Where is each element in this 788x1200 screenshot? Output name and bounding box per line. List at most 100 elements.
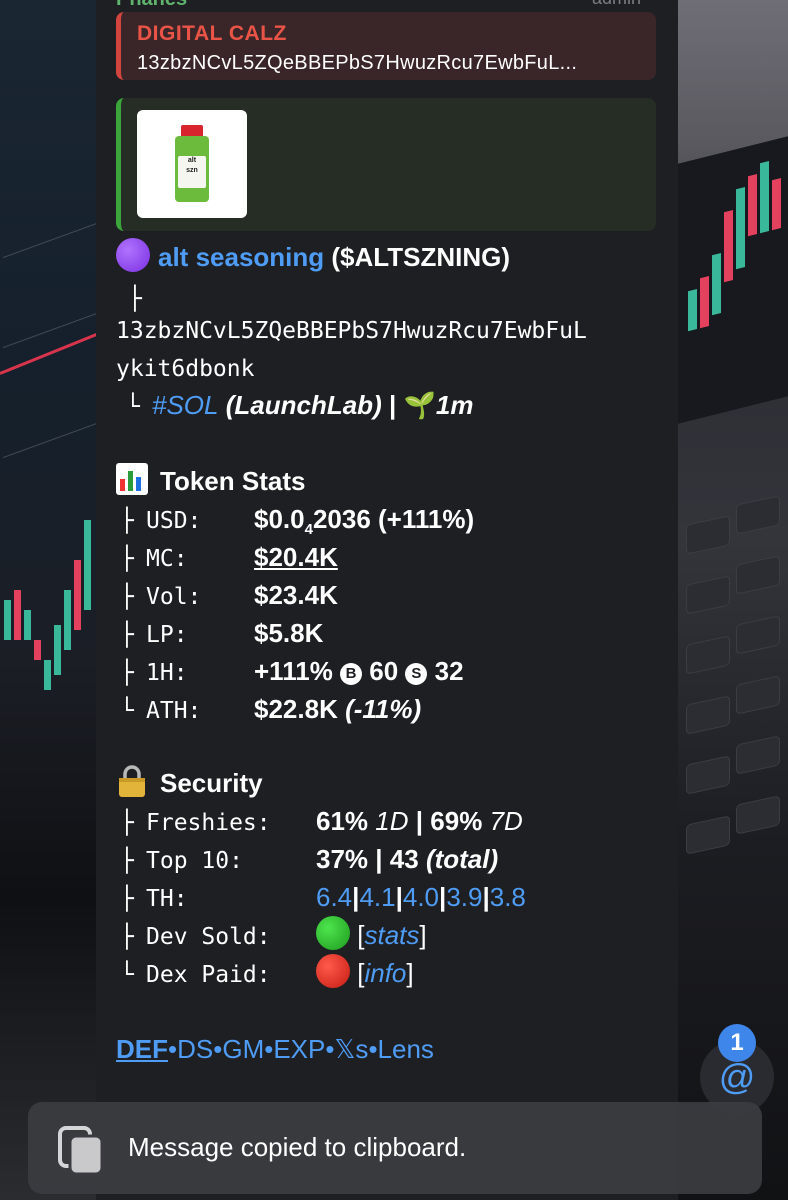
tree-end: └: [126, 394, 140, 420]
sender-name[interactable]: Phanes: [116, 0, 187, 11]
sells-icon: S: [405, 663, 428, 685]
h1-buys: 60: [369, 656, 399, 686]
tree-branch: ├: [120, 622, 134, 648]
top10-pipe: |: [375, 844, 383, 874]
th-link-2[interactable]: 4.1: [359, 882, 395, 912]
reply-title: DIGITAL CALZ: [137, 22, 287, 45]
th-link-3[interactable]: 4.0: [403, 882, 439, 912]
dex-paid-label: Dex Paid:: [146, 962, 271, 988]
freshies-pipe: |: [415, 806, 424, 836]
reply-text: 13zbzNCvL5ZQeBBEPbS7HwuzRcu7EwbFuL...: [137, 52, 578, 74]
sec-freshies: ├ Freshies:: [120, 802, 271, 842]
token-name-link[interactable]: alt seasoning: [158, 242, 324, 272]
sec-dex-paid: └ Dex Paid:: [120, 954, 271, 994]
separator: |: [388, 390, 397, 420]
xs-link[interactable]: 𝕏s: [334, 1034, 368, 1064]
token-age: 1m: [435, 390, 474, 420]
stat-mc-label: MC:: [146, 546, 188, 572]
exp-link[interactable]: EXP: [273, 1034, 325, 1064]
right-chart: [678, 136, 788, 424]
token-stats-title: Token Stats: [160, 466, 306, 496]
dex-info-link[interactable]: info: [364, 958, 406, 988]
stat-lp-value: $5.8K: [254, 618, 324, 648]
usd-prefix: $0.0: [254, 504, 305, 534]
th-pipe: |: [482, 882, 490, 912]
stat-vol-label: Vol:: [146, 584, 202, 610]
dev-sold-label: Dev Sold:: [146, 924, 271, 950]
tree-end: └: [120, 962, 134, 988]
lens-link[interactable]: Lens: [378, 1034, 434, 1064]
bracket-close: ]: [406, 958, 414, 988]
top10-count: 43: [389, 844, 419, 874]
token-chain-row: └ #SOL (LaunchLab) | 🌱1m: [126, 386, 473, 426]
seedling-icon: 🌱: [403, 390, 436, 420]
gm-link[interactable]: GM: [222, 1034, 264, 1064]
security-title: Security: [160, 768, 263, 798]
link-dot: •: [213, 1034, 223, 1064]
reply-quote[interactable]: DIGITAL CALZ 13zbzNCvL5ZQeBBEPbS7HwuzRcu…: [116, 12, 656, 80]
token-ticker: ($ALTSZNING): [331, 242, 511, 272]
tree-branch: ├: [120, 810, 134, 836]
stat-ath-label: ATH:: [146, 698, 202, 724]
stat-vol: ├ Vol:: [120, 576, 201, 616]
h1-change: +111%: [254, 656, 333, 686]
sec-th: ├ TH:: [120, 878, 188, 918]
stat-mc-value[interactable]: $20.4K: [254, 538, 338, 576]
dex-paid-value: [info]: [316, 954, 414, 992]
usd-subscript: 4: [304, 521, 313, 539]
copied-toast: Message copied to clipboard.: [28, 1102, 762, 1194]
freshies-7d: 69%: [430, 806, 483, 836]
stat-ath-value: $22.8K (-11%): [254, 690, 421, 728]
stat-mc: ├ MC:: [120, 538, 188, 578]
dev-sold-value: [stats]: [316, 916, 427, 954]
jar-label: alt szn: [178, 156, 206, 188]
stat-1h-value: +111% B 60 S 32: [254, 652, 464, 690]
freshies-value: 61% 1D | 69% 7D: [316, 802, 523, 840]
tree-branch: ├: [120, 660, 134, 686]
tree-branch: ├: [120, 508, 134, 534]
tree-branch: ├: [120, 886, 134, 912]
quick-links: DEF•DS•GM•EXP•𝕏s•Lens: [116, 1030, 434, 1068]
sender-role: admin: [592, 0, 641, 9]
link-preview[interactable]: alt szn: [116, 98, 656, 231]
mentions-badge: 1: [718, 1024, 756, 1062]
keyboard: [680, 480, 788, 1040]
stat-usd-label: USD:: [146, 508, 202, 534]
def-link[interactable]: DEF: [116, 1034, 168, 1064]
purple-circle-icon: [116, 238, 150, 272]
toast-message: Message copied to clipboard.: [128, 1132, 467, 1162]
tree-branch: ├: [120, 584, 134, 610]
copy-icon: [54, 1124, 110, 1178]
stat-usd: ├ USD:: [120, 500, 201, 540]
token-address-line1[interactable]: 13zbzNCvL5ZQeBBEPbS7HwuzRcu7EwbFuL: [116, 312, 587, 350]
ds-link[interactable]: DS: [177, 1034, 213, 1064]
token-stats-header: Token Stats: [116, 462, 305, 500]
red-circle-icon: [316, 954, 350, 988]
stat-1h-label: 1H:: [146, 660, 188, 686]
stat-vol-value: $23.4K: [254, 580, 338, 610]
link-dot: •: [264, 1034, 274, 1064]
bracket-close: ]: [419, 920, 427, 950]
left-monitor: [0, 0, 103, 1200]
security-header: Security: [116, 764, 263, 802]
token-title: alt seasoning ($ALTSZNING): [116, 238, 510, 276]
tree-branch: ├: [120, 848, 134, 874]
dev-stats-link[interactable]: stats: [364, 920, 419, 950]
freshies-label: Freshies:: [146, 810, 271, 836]
ath-change: (-11%): [345, 694, 422, 724]
tree-end: └: [120, 698, 134, 724]
th-label: TH:: [146, 886, 188, 912]
tree-branch: ├: [120, 546, 134, 572]
ath-value: $22.8K: [254, 694, 338, 724]
th-link-5[interactable]: 3.8: [490, 882, 526, 912]
th-pipe: |: [395, 882, 403, 912]
link-dot: •: [368, 1034, 378, 1064]
top10-value: 37% | 43 (total): [316, 840, 498, 878]
th-link-1[interactable]: 6.4: [316, 882, 352, 912]
th-link-4[interactable]: 3.9: [446, 882, 482, 912]
link-dot: •: [168, 1034, 178, 1064]
preview-thumbnail[interactable]: alt szn: [137, 110, 247, 218]
buys-icon: B: [340, 663, 363, 685]
chain-tag[interactable]: #SOL: [152, 390, 219, 420]
token-address-line2[interactable]: ykit6dbonk: [116, 350, 254, 388]
